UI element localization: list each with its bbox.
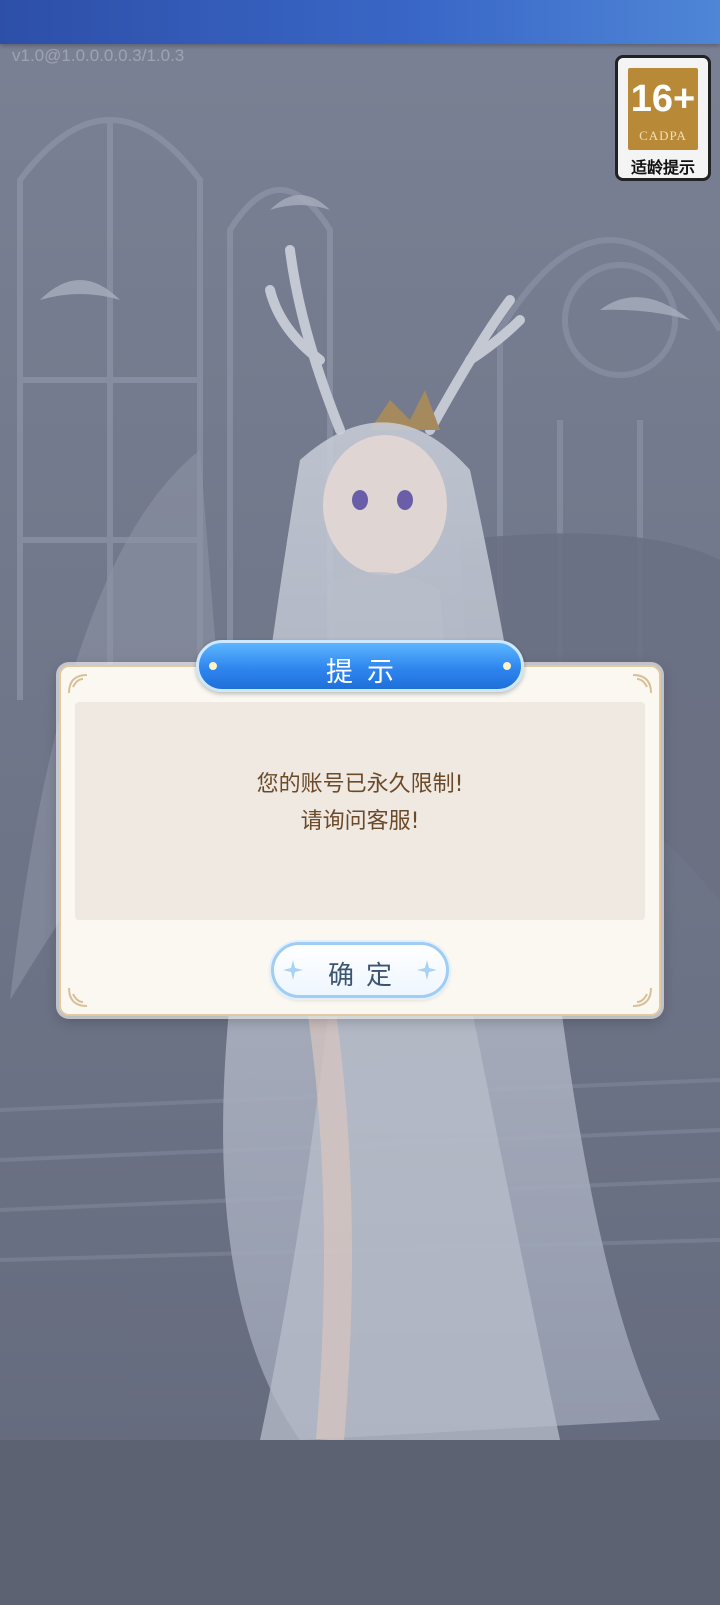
ornament-corner-icon xyxy=(632,674,652,694)
dialog-message: 您的账号已永久限制! 请询问客服! xyxy=(75,766,645,840)
confirm-button-label: 确定 xyxy=(327,961,404,991)
age-rating-org: CADPA xyxy=(639,128,687,143)
message-line-2: 请询问客服! xyxy=(300,809,420,834)
age-rating-badge[interactable]: 16+ CADPA 适龄提示 xyxy=(615,55,711,181)
age-rating-label: 适龄提示 xyxy=(630,158,695,177)
confirm-button[interactable]: 确定 xyxy=(271,942,449,998)
ornament-corner-icon xyxy=(68,987,88,1007)
age-rating-emblem: 16+ CADPA xyxy=(628,68,698,150)
dialog-title: 提示 xyxy=(326,657,408,688)
dialog-title-banner: 提示 xyxy=(196,640,524,692)
top-bar xyxy=(0,0,720,44)
age-rating-number: 16+ xyxy=(630,78,696,120)
version-label: v1.0@1.0.0.0.0.3/1.0.3 xyxy=(12,46,185,65)
message-line-1: 您的账号已永久限制! xyxy=(256,772,464,797)
ornament-corner-icon xyxy=(632,987,652,1007)
ornament-corner-icon xyxy=(68,674,88,694)
dialog-message-panel: 您的账号已永久限制! 请询问客服! xyxy=(75,702,645,920)
